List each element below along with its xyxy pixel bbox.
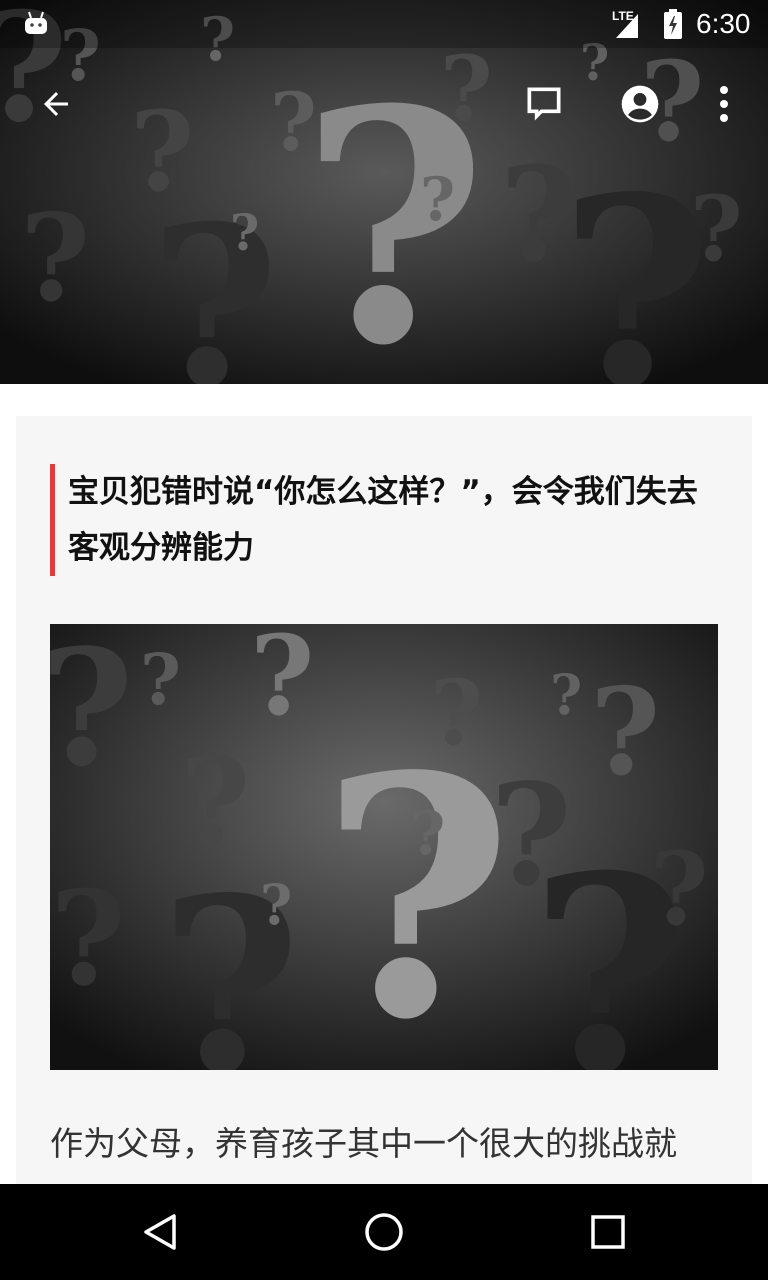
svg-text:?: ?	[690, 176, 743, 282]
battery-charging-icon	[664, 9, 682, 39]
nav-home-icon	[365, 1213, 403, 1251]
svg-text:?: ?	[150, 177, 279, 384]
article-card: 宝贝犯错时说“你怎么这样？”，会令我们失去客观分辨能力 ? ? ? ? ? ? …	[16, 416, 752, 1216]
article-body-text: 作为父母，养育孩子其中一个很大的挑战就	[50, 1124, 677, 1163]
svg-text:?: ?	[590, 662, 660, 803]
account-button[interactable]	[608, 72, 672, 136]
svg-text:?: ?	[140, 638, 181, 721]
app-toolbar	[0, 48, 768, 160]
svg-text:?: ?	[430, 660, 483, 766]
svg-text:?: ?	[650, 830, 709, 948]
nav-home-button[interactable]	[354, 1202, 414, 1262]
nav-back-icon	[144, 1214, 176, 1250]
comment-icon	[527, 87, 561, 121]
account-circle-icon	[621, 85, 659, 123]
svg-text:?: ?	[260, 872, 292, 937]
comment-button[interactable]	[512, 72, 576, 136]
nav-back-button[interactable]	[130, 1202, 190, 1262]
svg-text:?: ?	[320, 704, 513, 1070]
back-button[interactable]	[24, 72, 88, 136]
back-arrow-icon	[44, 92, 68, 116]
status-bar: LTE 6:30	[0, 0, 768, 48]
svg-text:?: ?	[20, 188, 90, 329]
status-clock: 6:30	[696, 8, 751, 39]
svg-text:?: ?	[230, 203, 259, 262]
article-image[interactable]: ? ? ? ? ? ? ? ? ? ? ? ? ? ? ?	[50, 624, 718, 1070]
svg-text:?: ?	[50, 862, 126, 1015]
svg-text:?: ?	[550, 662, 582, 727]
system-nav-bar	[0, 1184, 768, 1280]
svg-text:?: ?	[410, 799, 445, 869]
nav-recents-icon	[591, 1215, 625, 1249]
more-vert-icon	[720, 86, 728, 122]
svg-text:?: ?	[50, 624, 134, 802]
svg-text:?: ?	[420, 165, 455, 235]
article-title-block: 宝贝犯错时说“你怎么这样？”，会令我们失去客观分辨能力	[50, 464, 728, 576]
more-options-button[interactable]	[692, 72, 756, 136]
android-debug-icon	[25, 11, 47, 34]
svg-text:?: ?	[250, 624, 314, 740]
signal-icon	[616, 14, 638, 38]
nav-recents-button[interactable]	[578, 1202, 638, 1262]
article-title: 宝贝犯错时说“你怎么这样？”，会令我们失去客观分辨能力	[68, 474, 698, 566]
